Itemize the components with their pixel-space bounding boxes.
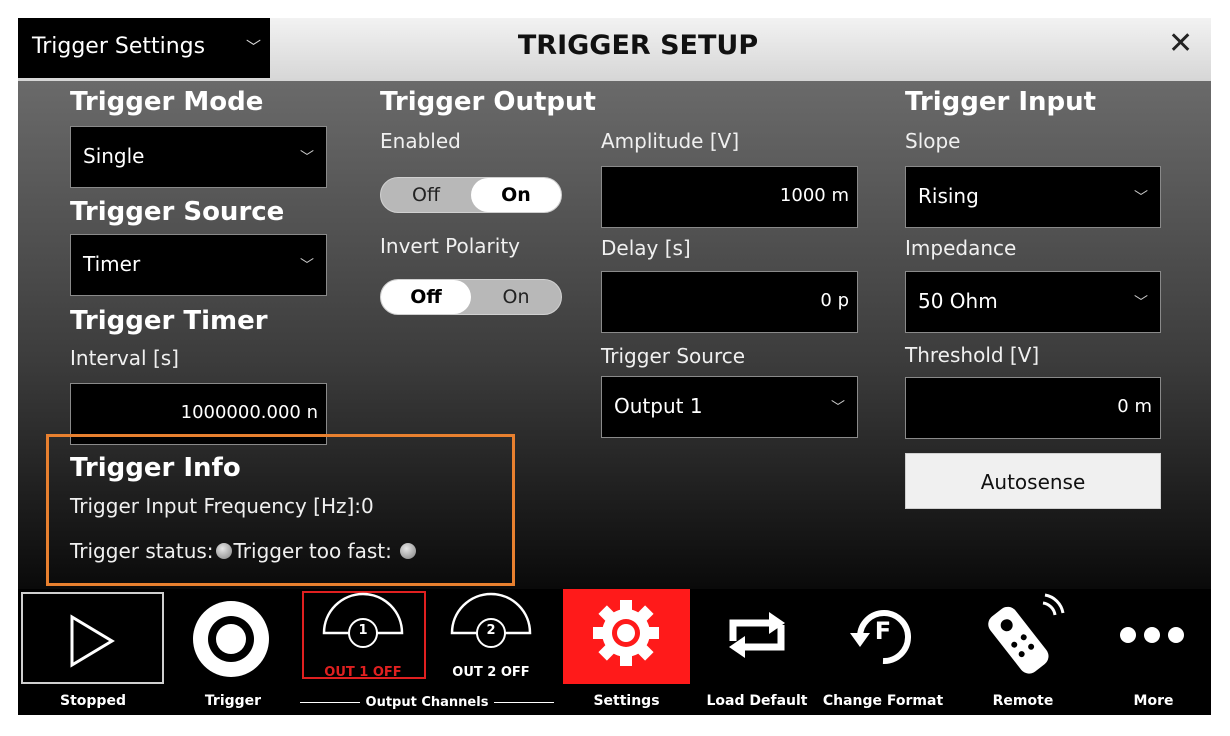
- trigger-button[interactable]: Trigger: [168, 589, 298, 715]
- close-icon[interactable]: ✕: [1168, 26, 1193, 61]
- frequency-label: Trigger Input Frequency [Hz]:: [70, 494, 362, 518]
- out-2-status: OUT 2 OFF: [452, 665, 530, 680]
- bottom-toolbar: Stopped Trigger 1 OUT 1 OFF 2 OUT 2 OFF …: [18, 589, 1211, 715]
- slope-select[interactable]: Rising ﹀: [905, 166, 1161, 228]
- trigger-source-select[interactable]: Timer ﹀: [70, 234, 327, 296]
- chevron-down-icon: ﹀: [300, 150, 314, 166]
- settings-page-select-value: Trigger Settings: [32, 34, 206, 59]
- threshold-input[interactable]: 0 m: [905, 377, 1161, 439]
- amplitude-label: Amplitude [V]: [601, 129, 740, 153]
- threshold-value: 0 m: [1117, 396, 1152, 417]
- impedance-value: 50 Ohm: [918, 289, 998, 313]
- delay-input[interactable]: 0 p: [601, 271, 858, 333]
- load-default-label: Load Default: [706, 693, 808, 709]
- settings-label: Settings: [593, 693, 660, 709]
- more-label: More: [1133, 693, 1174, 709]
- frequency-value: 0: [361, 494, 374, 518]
- more-button[interactable]: More: [1096, 589, 1211, 715]
- stopped-label: Stopped: [60, 693, 126, 709]
- settings-page-select[interactable]: Trigger Settings ﹀: [18, 18, 270, 78]
- impedance-label: Impedance: [905, 236, 1017, 260]
- enabled-off-option[interactable]: Off: [381, 178, 471, 212]
- output-channels-group: Output Channels: [300, 693, 554, 713]
- threshold-label: Threshold [V]: [905, 343, 1040, 367]
- trigger-mode-select[interactable]: Single ﹀: [70, 126, 327, 188]
- invert-on-option[interactable]: On: [471, 280, 561, 314]
- invert-polarity-toggle[interactable]: Off On: [380, 279, 562, 315]
- impedance-select[interactable]: 50 Ohm ﹀: [905, 271, 1161, 333]
- group-divider-right: [494, 702, 554, 703]
- change-format-button[interactable]: F Change Format: [818, 589, 948, 715]
- page-title: TRIGGER SETUP: [517, 30, 759, 61]
- remote-control-icon: [988, 593, 1065, 674]
- slope-value: Rising: [918, 184, 979, 208]
- gear-icon: [593, 600, 659, 666]
- title-bar: Trigger Settings ﹀ TRIGGER SETUP ✕: [18, 18, 1211, 81]
- trigger-mode-value: Single: [83, 144, 145, 168]
- remote-button[interactable]: Remote: [963, 589, 1083, 715]
- chevron-down-icon: ﹀: [246, 38, 262, 56]
- trigger-status-led-icon: [215, 543, 232, 559]
- trigger-output-heading: Trigger Output: [380, 87, 596, 117]
- trigger-source-value: Timer: [83, 252, 141, 276]
- load-default-button[interactable]: Load Default: [701, 589, 813, 715]
- invert-off-option[interactable]: Off: [381, 280, 471, 314]
- output-2-number: 2: [486, 623, 496, 638]
- delay-label: Delay [s]: [601, 236, 691, 260]
- autosense-button[interactable]: Autosense: [905, 453, 1161, 509]
- trigger-mode-heading: Trigger Mode: [70, 87, 264, 117]
- chevron-down-icon: ﹀: [1134, 295, 1148, 311]
- output-trigger-source-select[interactable]: Output 1 ﹀: [601, 376, 858, 438]
- trigger-label: Trigger: [204, 693, 262, 709]
- enabled-on-option[interactable]: On: [471, 178, 561, 212]
- stopped-button[interactable]: Stopped: [18, 589, 168, 715]
- trigger-too-fast-led-icon: [400, 543, 417, 559]
- amplitude-value: 1000 m: [779, 185, 849, 206]
- enabled-toggle[interactable]: Off On: [380, 177, 562, 213]
- delay-value: 0 p: [820, 290, 849, 311]
- output-channels-label: Output Channels: [365, 695, 489, 710]
- change-format-letter: F: [874, 617, 892, 645]
- output-trigger-source-value: Output 1: [614, 394, 703, 418]
- trigger-input-frequency: Trigger Input Frequency [Hz]:0: [70, 494, 374, 518]
- chevron-down-icon: ﹀: [831, 400, 845, 416]
- trigger-setup-window: Trigger Settings ﹀ TRIGGER SETUP ✕ Trigg…: [18, 18, 1211, 715]
- interval-label: Interval [s]: [70, 346, 179, 370]
- record-icon: [193, 601, 269, 677]
- settings-button[interactable]: Settings: [563, 589, 690, 715]
- amplitude-input[interactable]: 1000 m: [601, 166, 858, 228]
- trigger-info-heading: Trigger Info: [70, 453, 241, 483]
- trigger-input-heading: Trigger Input: [905, 87, 1097, 117]
- settings-panel: Trigger Mode Single ﹀ Trigger Source Tim…: [18, 81, 1211, 589]
- trigger-source-heading: Trigger Source: [70, 197, 285, 227]
- play-icon: [70, 614, 115, 668]
- more-dots-icon: [1120, 627, 1184, 643]
- refresh-icon: [729, 612, 785, 658]
- remote-label: Remote: [992, 693, 1054, 709]
- output-1-number: 1: [358, 623, 368, 638]
- change-format-label: Change Format: [822, 693, 944, 709]
- trigger-status-label: Trigger status:: [70, 539, 214, 563]
- interval-value: 1000000.000 n: [180, 402, 318, 423]
- invert-polarity-label: Invert Polarity: [380, 234, 520, 258]
- group-divider-left: [300, 702, 360, 703]
- enabled-label: Enabled: [380, 129, 461, 153]
- trigger-too-fast-label: Trigger too fast:: [233, 539, 392, 563]
- output-trigger-source-label: Trigger Source: [601, 344, 746, 368]
- chevron-down-icon: ﹀: [1134, 190, 1148, 206]
- trigger-status-line: Trigger status: Trigger too fast:: [70, 539, 418, 563]
- out-1-status: OUT 1 OFF: [324, 665, 402, 680]
- slope-label: Slope: [905, 129, 961, 153]
- trigger-timer-heading: Trigger Timer: [70, 306, 268, 336]
- chevron-down-icon: ﹀: [300, 258, 314, 274]
